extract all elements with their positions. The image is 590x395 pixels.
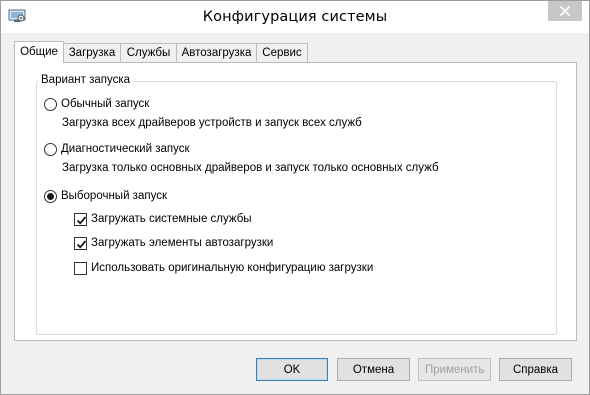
radio-button-selected[interactable] [44,190,57,203]
close-icon [548,1,582,21]
radio-normal-label: Обычный запуск [61,98,150,110]
tab-startup[interactable]: Автозагрузка [176,43,257,62]
use-original-boot-config-label: Использовать оригинальную конфигурацию з… [91,262,374,274]
tab-services[interactable]: Службы [120,43,177,62]
checkbox[interactable] [74,262,87,275]
window-title: Конфигурация системы [202,9,388,25]
checkmark-icon [76,216,87,225]
checkbox[interactable] [74,213,87,226]
help-button[interactable]: Справка [499,358,572,381]
load-system-services-label: Загружать системные службы [91,213,252,225]
ok-button[interactable]: OK [256,358,328,381]
normal-startup-description: Загрузка всех драйверов устройств и запу… [62,117,362,129]
radio-diagnostic-label: Диагностический запуск [61,143,190,155]
radio-button[interactable] [44,143,57,156]
tab-boot[interactable]: Загрузка [63,43,121,62]
apply-button[interactable]: Применить [418,358,491,381]
close-button[interactable] [548,1,582,21]
tab-tools[interactable]: Сервис [256,43,308,62]
general-tab-panel: Вариант запуска Обычный запуск Загрузка … [14,62,577,341]
tab-general[interactable]: Общие [14,41,64,63]
checkbox[interactable] [74,237,87,250]
group-label: Вариант запуска [39,74,133,86]
cancel-button[interactable]: Отмена [337,358,410,381]
radio-button[interactable] [44,98,57,111]
load-startup-items-label: Загружать элементы автозагрузки [91,237,274,249]
title-bar[interactable]: Конфигурация системы [1,1,589,33]
system-config-window: Конфигурация системы Общие Загрузка Служ… [0,0,590,395]
radio-selective-label: Выборочный запуск [61,190,167,202]
diagnostic-startup-description: Загрузка только основных драйверов и зап… [62,162,439,174]
checkmark-icon [76,240,87,249]
